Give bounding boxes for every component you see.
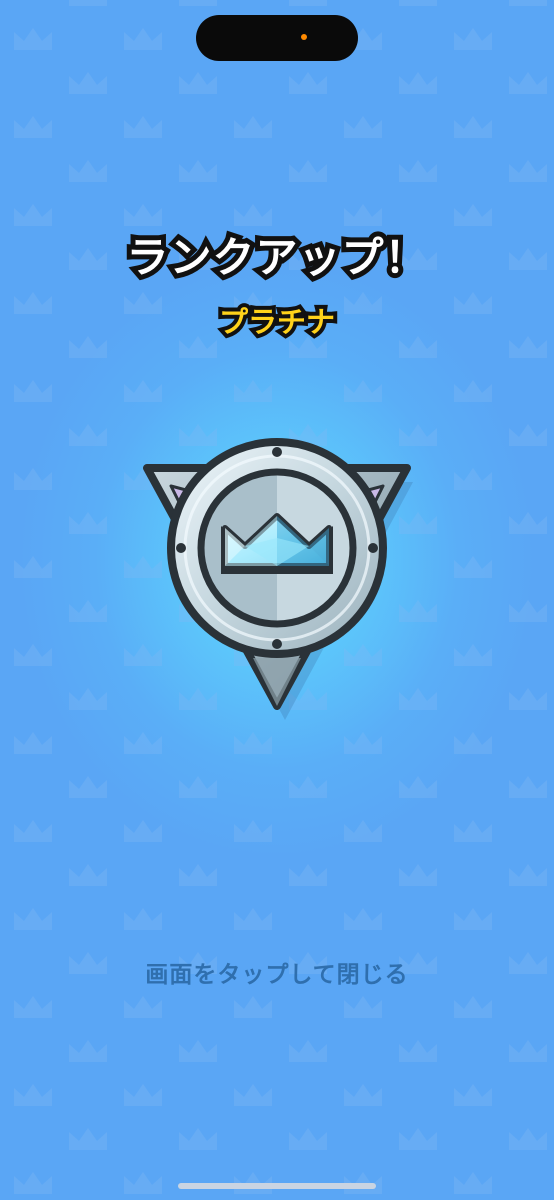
rank-name: プラチナ [215, 301, 339, 343]
tap-to-close-hint: 画面をタップして閉じる [145, 962, 409, 988]
rank-up-title: ランクアップ！ [121, 228, 431, 287]
platinum-rank-badge [143, 438, 413, 720]
home-indicator[interactable] [178, 1183, 376, 1189]
privacy-indicator-dot [301, 34, 307, 40]
rank-up-screen[interactable]: ランクアップ！ プラチナ 画面をタップして閉じる [0, 0, 554, 1200]
dynamic-island [196, 15, 358, 61]
